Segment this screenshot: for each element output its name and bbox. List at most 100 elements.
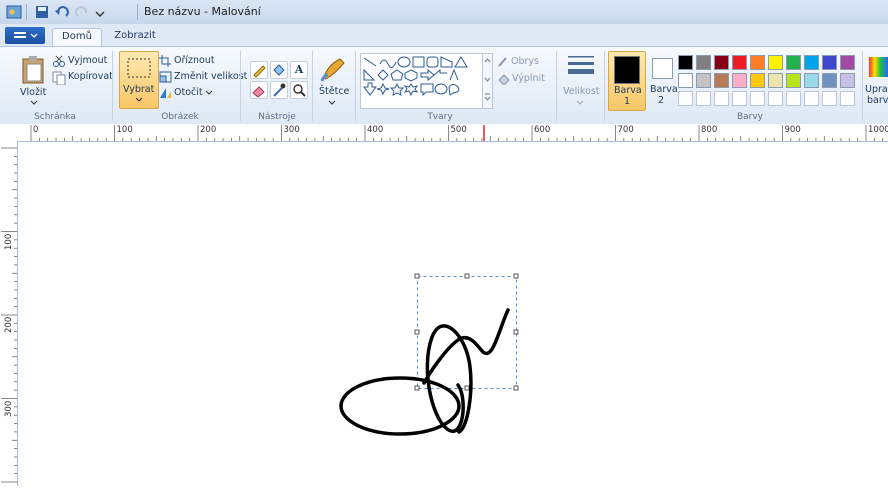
scroll-arrows-icon: [484, 58, 491, 101]
rotate-button[interactable]: Otočit: [174, 87, 203, 98]
group-label-clipboard: Schránka: [34, 112, 76, 122]
color2-label[interactable]: Barva: [650, 84, 678, 95]
magnifier-tool[interactable]: [290, 81, 308, 99]
fill-button[interactable]: Výplnit: [512, 73, 545, 84]
palette-swatch-empty[interactable]: [678, 91, 693, 106]
palette-swatch[interactable]: [840, 55, 855, 70]
ruler-ticks: [1, 147, 17, 483]
ruler-label: 300: [283, 125, 300, 135]
ruler-label: 900: [784, 125, 801, 135]
palette-swatch[interactable]: [822, 55, 837, 70]
redo-icon[interactable]: [74, 4, 90, 20]
palette-swatch[interactable]: [786, 55, 801, 70]
paste-icon: [22, 56, 44, 84]
chevron-down-icon[interactable]: [576, 100, 584, 106]
color1-button[interactable]: Barva 1: [608, 51, 646, 111]
palette-swatch-empty[interactable]: [840, 91, 855, 106]
ruler-label: 100: [116, 125, 133, 135]
cut-button[interactable]: Vyjmout: [68, 55, 107, 66]
menu-icon: [14, 32, 38, 38]
palette-swatch[interactable]: [786, 73, 801, 88]
pencil-tool[interactable]: [250, 61, 268, 79]
palette-swatch-empty[interactable]: [696, 91, 711, 106]
chevron-down-icon[interactable]: [328, 100, 336, 106]
crop-button[interactable]: Oříznout: [174, 55, 215, 66]
color-palette: [678, 47, 864, 109]
shapes-gallery[interactable]: [360, 53, 484, 109]
ruler-label: 600: [534, 125, 551, 135]
palette-swatch[interactable]: [750, 73, 765, 88]
copy-icon: [52, 71, 66, 85]
palette-swatch[interactable]: [714, 55, 729, 70]
group-divider: [355, 51, 356, 121]
palette-swatch[interactable]: [768, 55, 783, 70]
chevron-down-icon[interactable]: [30, 100, 38, 106]
app-menu-button[interactable]: [5, 27, 45, 44]
paint-app-icon[interactable]: [6, 4, 22, 20]
group-label-shapes: Tvary: [427, 112, 453, 122]
eraser-tool[interactable]: [250, 81, 268, 99]
undo-icon[interactable]: [54, 4, 70, 20]
outline-button[interactable]: Obrys: [511, 56, 539, 67]
palette-swatch[interactable]: [750, 55, 765, 70]
save-icon[interactable]: [34, 4, 50, 20]
chevron-down-icon[interactable]: [205, 90, 213, 96]
shapes-scroll[interactable]: [482, 53, 493, 109]
ruler-ticks: [30, 125, 884, 141]
drawing: [339, 273, 519, 436]
palette-swatch[interactable]: [714, 73, 729, 88]
palette-swatch-empty[interactable]: [786, 91, 801, 106]
group-divider: [312, 51, 313, 121]
palette-swatch-empty[interactable]: [768, 91, 783, 106]
color1-swatch: [614, 56, 640, 84]
palette-swatch-empty[interactable]: [732, 91, 747, 106]
group-label-image: Obrázek: [161, 112, 199, 122]
ribbon: Vložit Vyjmout Kopírovat Schránka Vybrat…: [0, 46, 888, 125]
group-divider: [556, 51, 557, 121]
size-button[interactable]: Velikost: [563, 86, 600, 97]
crop-icon: [159, 55, 171, 67]
select-button[interactable]: Vybrat: [119, 51, 159, 109]
tab-view[interactable]: Zobrazit: [106, 28, 164, 46]
ruler-label: 1000: [868, 125, 888, 135]
color2-num: 2: [658, 95, 665, 106]
select-rect-icon: [127, 58, 151, 78]
color-picker-tool[interactable]: [270, 81, 288, 99]
brush-icon: [320, 58, 345, 82]
paint-bucket-icon: [273, 64, 285, 76]
drawing-canvas[interactable]: [18, 142, 888, 486]
eyedropper-icon: [273, 83, 286, 97]
palette-swatch[interactable]: [696, 73, 711, 88]
text-icon: A: [294, 63, 304, 76]
palette-swatch[interactable]: [732, 55, 747, 70]
resize-icon: [159, 71, 172, 83]
edit-colors-icon: [869, 57, 888, 77]
palette-swatch[interactable]: [840, 73, 855, 88]
palette-swatch[interactable]: [768, 73, 783, 88]
copy-button[interactable]: Kopírovat: [68, 71, 113, 82]
palette-swatch[interactable]: [732, 73, 747, 88]
tab-home[interactable]: Domů: [52, 28, 102, 47]
palette-swatch-empty[interactable]: [750, 91, 765, 106]
palette-swatch[interactable]: [678, 73, 693, 88]
palette-swatch[interactable]: [822, 73, 837, 88]
chevron-down-icon[interactable]: [94, 4, 106, 20]
palette-swatch[interactable]: [804, 55, 819, 70]
resize-button[interactable]: Změnit velikost: [174, 71, 247, 82]
color2-swatch[interactable]: [652, 58, 673, 79]
brushes-button[interactable]: Štětce: [319, 86, 349, 97]
palette-swatch-empty[interactable]: [804, 91, 819, 106]
edit-colors-button[interactable]: Uprav: [865, 84, 888, 95]
magnifier-icon: [293, 84, 306, 97]
palette-swatch[interactable]: [804, 73, 819, 88]
palette-swatch[interactable]: [696, 55, 711, 70]
palette-swatch-empty[interactable]: [822, 91, 837, 106]
text-tool[interactable]: A: [290, 61, 308, 79]
ruler-label: 100: [4, 233, 14, 250]
paste-button[interactable]: Vložit: [20, 87, 46, 98]
freehand-drawing: [339, 308, 510, 436]
group-divider: [604, 51, 605, 121]
palette-swatch[interactable]: [678, 55, 693, 70]
palette-swatch-empty[interactable]: [714, 91, 729, 106]
fill-tool[interactable]: [270, 61, 288, 79]
